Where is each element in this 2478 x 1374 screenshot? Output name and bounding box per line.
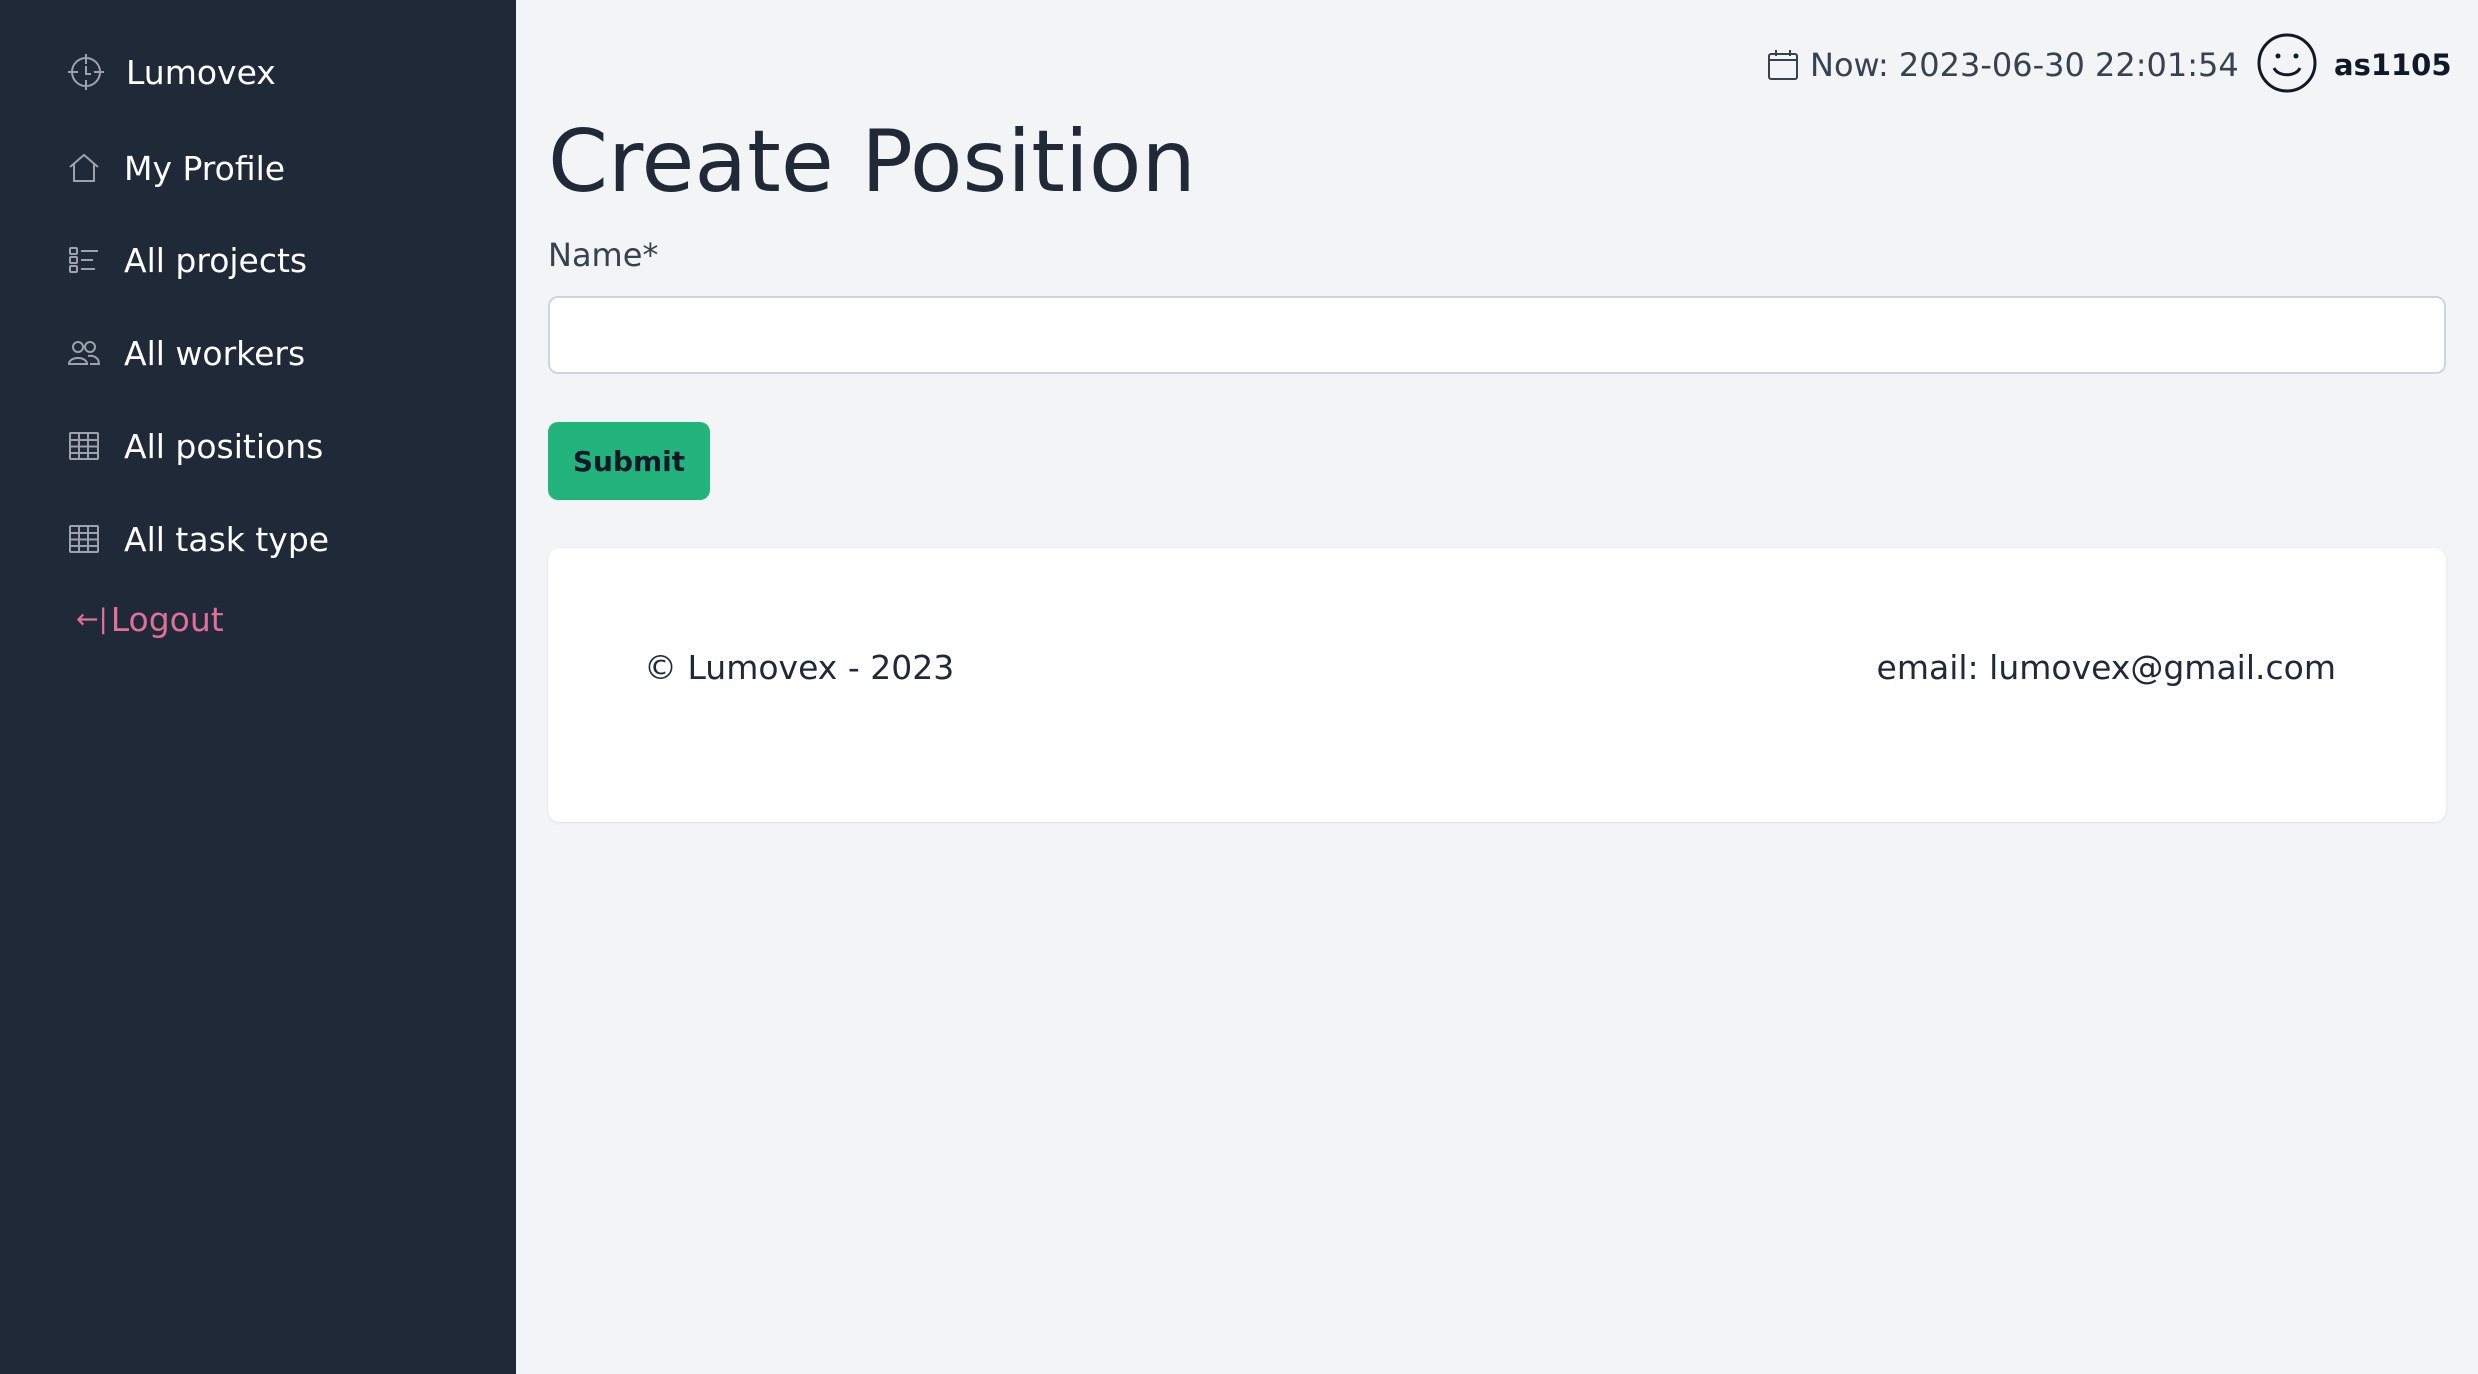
- sidebar-item-all-projects[interactable]: All projects: [64, 240, 307, 280]
- home-icon: [64, 148, 104, 188]
- sidebar-item-all-workers[interactable]: All workers: [64, 333, 305, 373]
- brand-link[interactable]: Lumovex: [66, 52, 276, 92]
- sidebar: Lumovex My Profile All projects All work…: [0, 0, 516, 1374]
- users-icon: [64, 333, 104, 373]
- logout-link[interactable]: ←| Logout: [76, 600, 224, 639]
- submit-button[interactable]: Submit: [548, 422, 710, 500]
- sidebar-item-label: All projects: [124, 240, 308, 280]
- sidebar-item-label: My Profile: [124, 148, 286, 188]
- brand-name: Lumovex: [126, 52, 276, 92]
- table-icon: [64, 426, 104, 466]
- sidebar-item-label: All positions: [124, 426, 324, 466]
- logout-icon: ←|: [76, 604, 108, 635]
- name-input[interactable]: [548, 296, 2446, 374]
- sidebar-item-label: All workers: [124, 333, 306, 373]
- sidebar-item-all-positions[interactable]: All positions: [64, 426, 323, 466]
- sidebar-item-all-task-type[interactable]: All task type: [64, 519, 329, 559]
- crosshair-icon: [66, 52, 106, 92]
- user-menu[interactable]: as1105: [2256, 32, 2452, 98]
- sidebar-item-label: All task type: [124, 519, 330, 559]
- calendar-icon: [1766, 48, 1800, 82]
- sidebar-item-my-profile[interactable]: My Profile: [64, 148, 285, 188]
- footer-copyright: © Lumovex - 2023: [644, 648, 955, 687]
- datetime-text: Now: 2023-06-30 22:01:54: [1810, 46, 2239, 84]
- logout-label: Logout: [110, 600, 224, 639]
- smiley-avatar-icon: [2256, 32, 2318, 98]
- table-icon: [64, 519, 104, 559]
- footer: © Lumovex - 2023 email: lumovex@gmail.co…: [548, 548, 2446, 822]
- username: as1105: [2334, 48, 2452, 82]
- checklist-icon: [64, 240, 104, 280]
- current-datetime: Now: 2023-06-30 22:01:54: [1766, 46, 2239, 84]
- footer-email: email: lumovex@gmail.com: [1876, 648, 2336, 687]
- page-title: Create Position: [548, 112, 1196, 212]
- name-field-label: Name*: [548, 236, 659, 274]
